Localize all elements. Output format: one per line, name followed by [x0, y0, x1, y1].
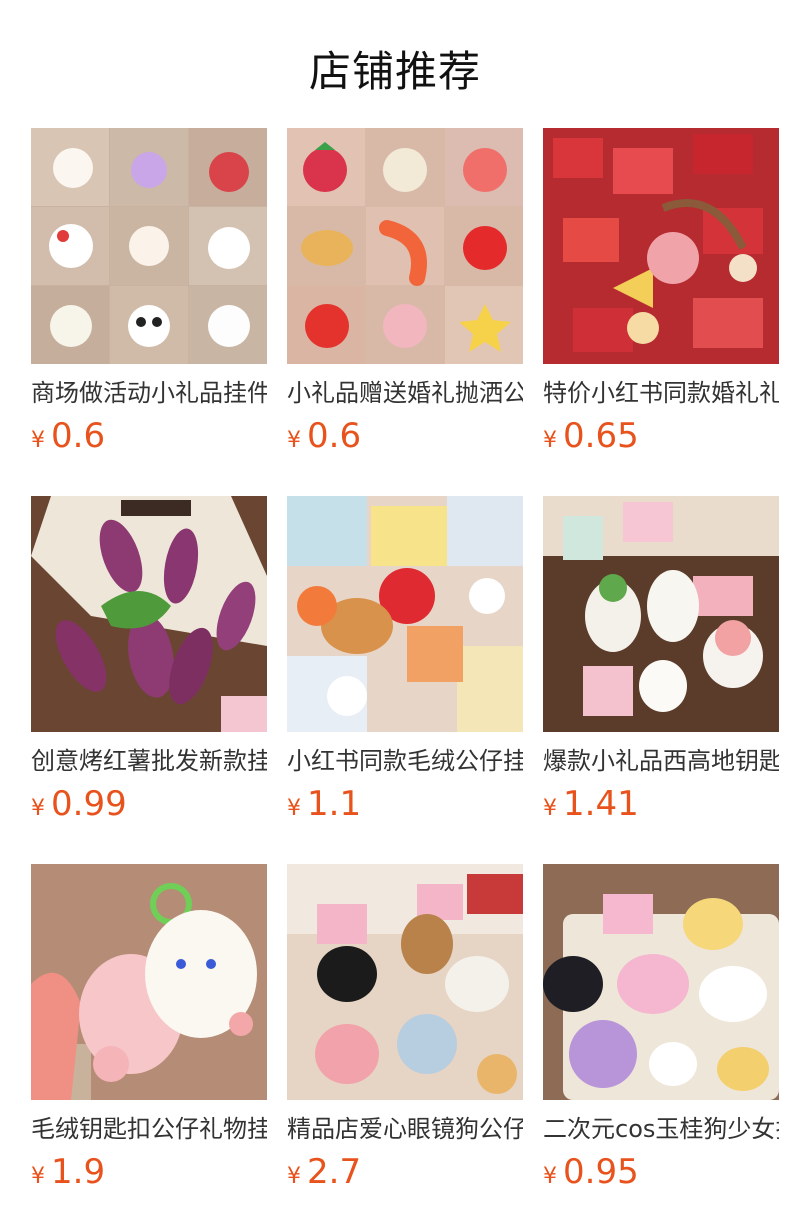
- product-name[interactable]: 二次元cos玉桂狗少女挂件: [543, 1112, 779, 1146]
- product-card[interactable]: 毛绒钥匙扣公仔礼物挂件 ¥1.9: [31, 864, 267, 1200]
- product-price: ¥1.41: [543, 782, 779, 832]
- product-card[interactable]: 特价小红书同款婚礼礼品 ¥0.65: [543, 128, 779, 464]
- product-card[interactable]: 商场做活动小礼品挂件 ¥0.6: [31, 128, 267, 464]
- product-image[interactable]: [287, 128, 523, 364]
- price-value: 0.95: [563, 1152, 639, 1192]
- price-value: 0.6: [51, 416, 106, 456]
- product-price: ¥0.6: [287, 414, 523, 464]
- product-name[interactable]: 毛绒钥匙扣公仔礼物挂件: [31, 1112, 267, 1146]
- product-image[interactable]: [543, 496, 779, 732]
- product-price: ¥1.1: [287, 782, 523, 832]
- product-price: ¥0.99: [31, 782, 267, 832]
- price-value: 1.9: [51, 1152, 106, 1192]
- product-image[interactable]: [31, 496, 267, 732]
- product-price: ¥0.65: [543, 414, 779, 464]
- product-name[interactable]: 创意烤红薯批发新款挂件: [31, 744, 267, 778]
- product-price: ¥0.6: [31, 414, 267, 464]
- product-name[interactable]: 小红书同款毛绒公仔挂件: [287, 744, 523, 778]
- price-value: 0.65: [563, 416, 639, 456]
- product-name[interactable]: 小礼品赠送婚礼抛洒公仔: [287, 376, 523, 410]
- product-name[interactable]: 特价小红书同款婚礼礼品: [543, 376, 779, 410]
- product-card[interactable]: 二次元cos玉桂狗少女挂件 ¥0.95: [543, 864, 779, 1200]
- product-card[interactable]: 创意烤红薯批发新款挂件 ¥0.99: [31, 496, 267, 832]
- product-card[interactable]: 小礼品赠送婚礼抛洒公仔 ¥0.6: [287, 128, 523, 464]
- currency-symbol: ¥: [543, 796, 557, 821]
- price-value: 2.7: [307, 1152, 362, 1192]
- product-price: ¥2.7: [287, 1150, 523, 1200]
- currency-symbol: ¥: [31, 796, 45, 821]
- currency-symbol: ¥: [31, 1164, 45, 1189]
- currency-symbol: ¥: [287, 796, 301, 821]
- product-image[interactable]: [287, 864, 523, 1100]
- currency-symbol: ¥: [287, 1164, 301, 1189]
- product-image[interactable]: [287, 496, 523, 732]
- product-card[interactable]: 精品店爱心眼镜狗公仔挂件 ¥2.7: [287, 864, 523, 1200]
- product-image[interactable]: [543, 128, 779, 364]
- product-name[interactable]: 精品店爱心眼镜狗公仔挂件: [287, 1112, 523, 1146]
- section-title: 店铺推荐: [308, 47, 481, 96]
- product-card[interactable]: 爆款小礼品西高地钥匙扣 ¥1.41: [543, 496, 779, 832]
- product-card[interactable]: 小红书同款毛绒公仔挂件 ¥1.1: [287, 496, 523, 832]
- product-image[interactable]: [31, 864, 267, 1100]
- currency-symbol: ¥: [543, 1164, 557, 1189]
- price-value: 0.6: [307, 416, 362, 456]
- product-image[interactable]: [31, 128, 267, 364]
- currency-symbol: ¥: [287, 428, 301, 453]
- product-name[interactable]: 爆款小礼品西高地钥匙扣: [543, 744, 779, 778]
- currency-symbol: ¥: [31, 428, 45, 453]
- currency-symbol: ¥: [543, 428, 557, 453]
- product-price: ¥0.95: [543, 1150, 779, 1200]
- price-value: 1.1: [307, 784, 362, 824]
- price-value: 1.41: [563, 784, 639, 824]
- product-name[interactable]: 商场做活动小礼品挂件: [31, 376, 267, 410]
- price-value: 0.99: [51, 784, 127, 824]
- product-image[interactable]: [543, 864, 779, 1100]
- product-price: ¥1.9: [31, 1150, 267, 1200]
